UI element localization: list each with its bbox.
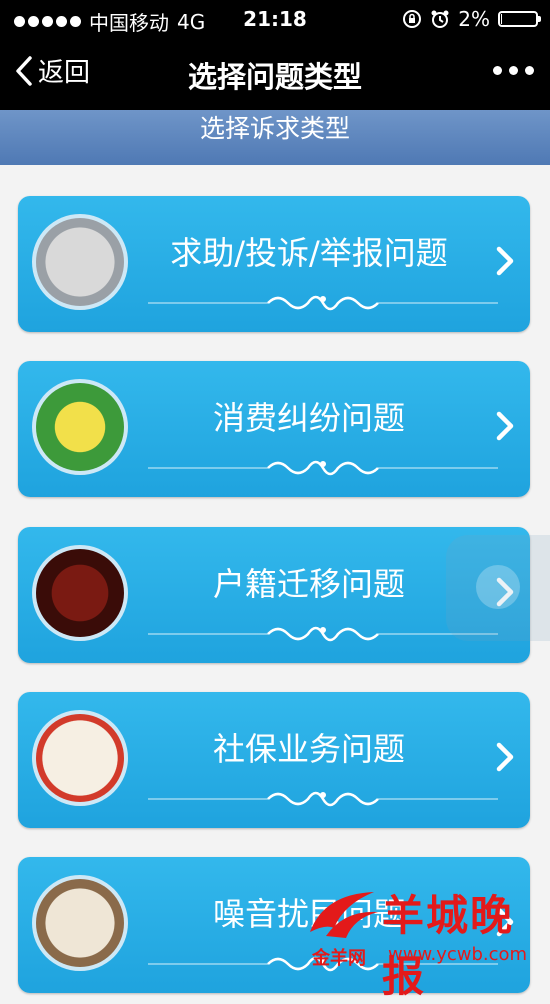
category-image [36,383,124,471]
category-card[interactable]: 噪音扰民问题 [18,857,530,993]
ornament-divider-icon [148,791,498,807]
category-thumbnail [32,710,128,806]
rotation-lock-icon [403,10,422,28]
category-image [36,218,124,306]
category-thumbnail [32,214,128,310]
more-options-button[interactable] [493,66,534,75]
chevron-right-icon [496,742,514,772]
category-card[interactable]: 消费纠纷问题 [18,361,530,497]
chevron-right-icon [496,246,514,276]
category-label: 求助/投诉/举报问题 [170,234,448,272]
navigation-bar: 返回 选择问题类型 [0,36,550,110]
ornament-divider-icon [148,460,498,476]
assistive-touch-button[interactable] [446,535,550,641]
category-thumbnail [32,545,128,641]
ornament-divider-icon [148,626,498,642]
chevron-left-icon [16,55,32,86]
category-label: 社保业务问题 [212,730,405,768]
category-image [36,714,124,802]
alarm-icon [431,10,449,28]
category-card[interactable]: 求助/投诉/举报问题 [18,196,530,332]
battery-icon [498,11,541,27]
category-image [36,549,124,637]
chevron-right-icon [496,907,514,937]
chevron-right-icon [496,411,514,441]
battery-percent: 2% [458,7,490,31]
category-thumbnail [32,875,128,971]
back-button[interactable]: 返回 [14,52,90,89]
ornament-divider-icon [148,295,498,311]
category-image [36,879,124,967]
status-bar: 中国移动 4G 21:18 2% [0,0,550,36]
category-card[interactable]: 社保业务问题 [18,692,530,828]
category-label: 户籍迁移问题 [212,565,405,603]
category-thumbnail [32,379,128,475]
back-label: 返回 [38,58,91,88]
section-header: 选择诉求类型 [0,110,550,165]
category-label: 噪音扰民问题 [212,895,405,933]
ornament-divider-icon [148,956,498,972]
category-label: 消费纠纷问题 [212,399,405,437]
